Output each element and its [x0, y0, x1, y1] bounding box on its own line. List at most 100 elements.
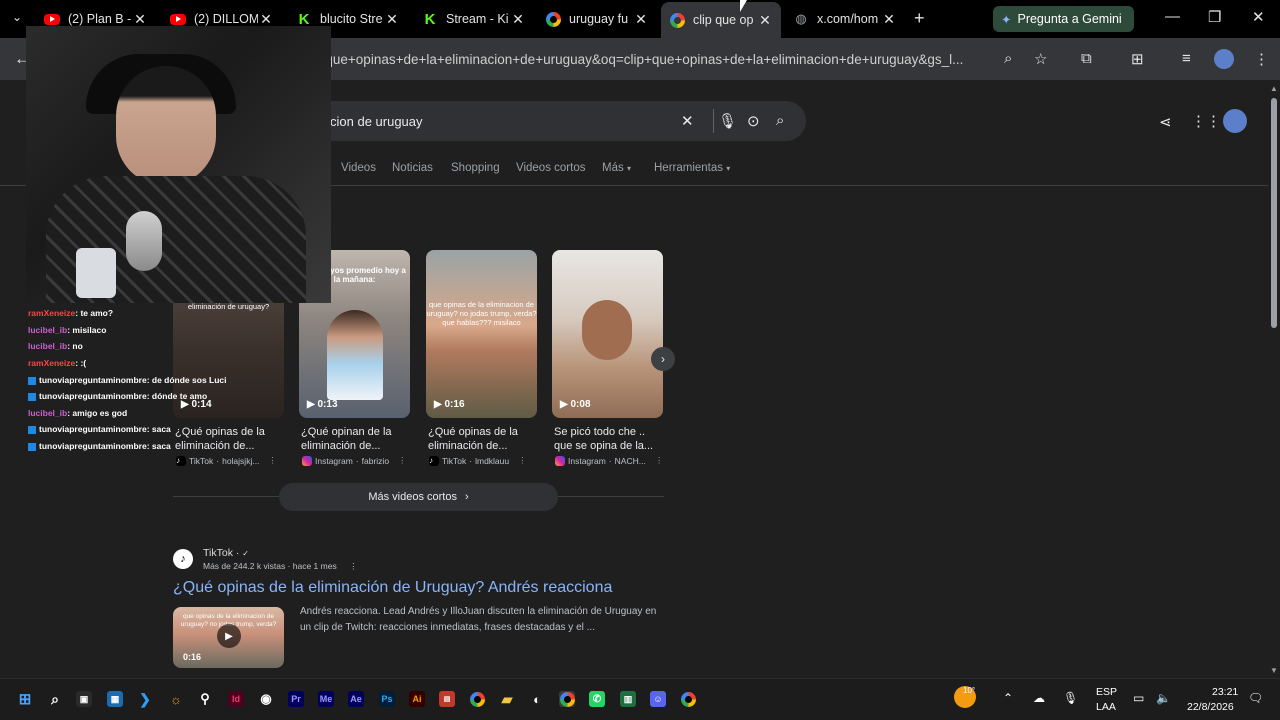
more-options-icon[interactable]: ⋮ [518, 455, 527, 466]
windows-start-icon[interactable]: ⊞ [17, 691, 33, 708]
close-tab-icon[interactable]: ✕ [384, 11, 400, 28]
translate-icon[interactable]: ⊞ [1131, 50, 1144, 68]
chrome-icon[interactable] [469, 691, 485, 707]
restore-button[interactable]: ❐ [1208, 8, 1221, 26]
tab-search-button[interactable]: ⌄ [12, 10, 22, 24]
task-view-icon[interactable]: ▣ [76, 691, 92, 707]
network-icon[interactable]: ▭ [1133, 691, 1144, 705]
short-video-title-2[interactable]: ¿Qué opinan de la eliminación de... [301, 425, 419, 453]
media-controls-icon[interactable]: ≡ [1182, 50, 1191, 67]
tab-google-uruguay[interactable]: uruguay fu ✕ [537, 4, 657, 34]
taskbar-search-icon[interactable]: ⌕ [47, 691, 63, 707]
zoom-icon[interactable]: ⌕ [1004, 50, 1012, 67]
result-source[interactable]: TikTok · ✓ [203, 547, 249, 559]
chat-username: tunoviapreguntaminombre [39, 441, 147, 451]
chat-text: : no [67, 341, 83, 351]
more-options-icon[interactable]: ⋮ [349, 561, 358, 571]
premiere-icon[interactable]: Pr [288, 691, 304, 707]
play-icon: ▶ [560, 399, 568, 410]
lens-icon[interactable]: ⊙ [747, 112, 760, 130]
more-options-icon[interactable]: ⋮ [268, 455, 277, 466]
apps-grid-icon[interactable]: ⋮⋮ [1191, 112, 1221, 130]
chat-username: tunoviapreguntaminombre [39, 391, 147, 401]
clock-time[interactable]: 23:21 [1212, 686, 1238, 698]
close-tab-icon[interactable]: ✕ [881, 11, 897, 28]
scroll-up-arrow-icon[interactable]: ▲ [1270, 84, 1278, 93]
microphone-tray-icon[interactable]: 🎙 [1063, 691, 1078, 705]
calculator-icon[interactable]: ▦ [107, 691, 123, 707]
title-line: ¿Qué opinas de la [428, 426, 518, 438]
scrollbar-thumb[interactable] [1271, 98, 1277, 328]
after-effects-icon[interactable]: Ae [348, 691, 364, 707]
page-scrollbar[interactable]: ▲ ▼ [1268, 84, 1280, 678]
filter-herramientas[interactable]: Herramientas ▾ [654, 162, 730, 174]
chrome-active-icon[interactable] [559, 691, 575, 707]
short-video-card-4[interactable]: ▶ 0:08 [552, 250, 663, 418]
result-thumbnail[interactable]: que opinas de la eliminacion de uruguay?… [173, 607, 284, 668]
address-url: p+que+opinas+de+la+eliminacion+de+urugua… [310, 51, 964, 67]
carousel-next-button[interactable]: › [651, 347, 675, 371]
search-app-icon[interactable]: ⚲ [197, 691, 213, 707]
tab-google-clip-active[interactable]: clip que op ✕ [661, 2, 781, 38]
close-tab-icon[interactable]: ✕ [258, 11, 274, 28]
media-app-icon[interactable]: ◉ [258, 691, 274, 707]
filter-videos[interactable]: Videos [341, 162, 376, 174]
search-icon[interactable]: ⌕ [776, 112, 784, 129]
volume-icon[interactable]: 🔈 [1156, 691, 1171, 705]
scroll-down-arrow-icon[interactable]: ▼ [1270, 666, 1278, 675]
chrome-profile-icon[interactable] [680, 691, 696, 707]
media-encoder-icon[interactable]: Me [318, 691, 334, 707]
tab-x-home[interactable]: ◍ x.com/hom ✕ [785, 4, 905, 34]
close-tab-icon[interactable]: ✕ [633, 11, 649, 28]
keyboard-layout-indicator[interactable]: LAA [1096, 701, 1116, 713]
illustrator-icon[interactable]: Ai [409, 691, 425, 707]
notifications-icon[interactable]: 🗨 [1248, 691, 1263, 705]
extensions-icon[interactable]: ⧉ [1081, 50, 1092, 67]
more-options-icon[interactable]: ⋮ [655, 455, 664, 466]
tray-chevron-up-icon[interactable]: ⌃ [1003, 691, 1013, 705]
excel-icon[interactable]: ▥ [620, 691, 636, 707]
filter-noticias[interactable]: Noticias [392, 162, 433, 174]
obs-icon[interactable]: ◐ [529, 691, 545, 707]
app-red-icon[interactable]: ▤ [439, 691, 455, 707]
more-options-icon[interactable]: ⋮ [398, 455, 407, 466]
chat-username: ramXeneize [28, 358, 76, 368]
short-video-card-3[interactable]: que opinas de la eliminacion de uruguay?… [426, 250, 537, 418]
menu-kebab-icon[interactable]: ⋮ [1254, 50, 1269, 68]
tab-kick-stream[interactable]: K Stream - Ki ✕ [414, 4, 534, 34]
language-indicator[interactable]: ESP [1096, 686, 1117, 698]
profile-avatar[interactable] [1214, 49, 1234, 69]
whatsapp-icon[interactable]: ✆ [589, 691, 605, 707]
address-bar[interactable]: p+que+opinas+de+la+eliminacion+de+urugua… [310, 44, 1060, 74]
minimize-button[interactable]: — [1165, 8, 1180, 25]
clock-date[interactable]: 22/8/2026 [1187, 701, 1234, 713]
result-title-link[interactable]: ¿Qué opinas de la eliminación de Uruguay… [173, 579, 612, 597]
app-icon[interactable]: ☼ [168, 691, 184, 707]
new-tab-button[interactable]: + [914, 8, 925, 29]
bookmark-star-icon[interactable]: ☆ [1034, 50, 1047, 68]
close-tab-icon[interactable]: ✕ [132, 11, 148, 28]
kick-icon: K [424, 10, 436, 28]
clear-search-icon[interactable]: ✕ [681, 112, 694, 130]
share-icon[interactable]: ⋖ [1159, 113, 1172, 131]
close-tab-icon[interactable]: ✕ [510, 11, 526, 28]
close-tab-icon[interactable]: ✕ [757, 12, 773, 29]
filter-mas[interactable]: Más ▾ [602, 162, 631, 174]
title-line: eliminación de... [428, 440, 508, 452]
filter-shopping[interactable]: Shopping [451, 162, 500, 174]
discord-icon[interactable]: ☺ [650, 691, 666, 707]
chat-message: lucibel_ib: amigo es god [28, 408, 127, 418]
microphone-icon[interactable]: 🎙 [718, 112, 737, 130]
close-window-button[interactable]: ✕ [1252, 8, 1265, 26]
gemini-button[interactable]: ✦ Pregunta a Gemini [993, 6, 1134, 32]
file-explorer-icon[interactable]: ▰ [499, 691, 515, 707]
short-video-title-4[interactable]: Se picó todo che .. que se opina de la... [554, 425, 672, 453]
vscode-icon[interactable]: ❯ [137, 691, 153, 707]
account-avatar[interactable] [1223, 109, 1247, 133]
filter-videos-cortos[interactable]: Videos cortos [516, 162, 585, 174]
more-short-videos-button[interactable]: Más videos cortos › [279, 483, 558, 511]
short-video-title-3[interactable]: ¿Qué opinas de la eliminación de... [428, 425, 546, 453]
indesign-icon[interactable]: Id [228, 691, 244, 707]
cloud-offline-icon[interactable]: ☁ [1033, 691, 1045, 705]
photoshop-icon[interactable]: Ps [379, 691, 395, 707]
